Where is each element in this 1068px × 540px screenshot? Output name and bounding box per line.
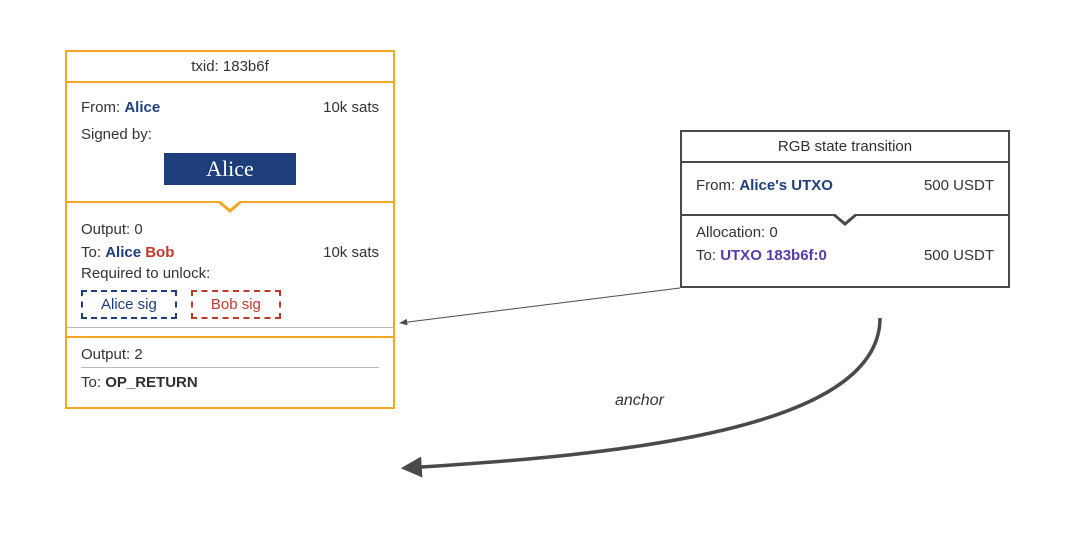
input-notch-icon <box>216 201 244 213</box>
input-amount: 10k sats <box>323 99 379 116</box>
alice-sig-placeholder: Alice sig <box>81 290 177 319</box>
tx-title: txid: 183b6f <box>67 52 393 83</box>
bob-sig-placeholder: Bob sig <box>191 290 281 319</box>
allocation-amount: 500 USDT <box>924 247 994 264</box>
rgb-notch-icon <box>831 214 859 226</box>
bitcoin-tx-box: txid: 183b6f From: Alice 10k sats Signed… <box>65 50 395 409</box>
rgb-allocation-section: Allocation: 0 To: UTXO 183b6f:0 500 USDT <box>682 216 1008 286</box>
output0-header: Output: 0 <box>81 221 379 238</box>
from-label: From: <box>81 99 120 116</box>
anchor-label: anchor <box>615 392 664 410</box>
output0-amount: 10k sats <box>323 244 379 261</box>
output2-to-value: OP_RETURN <box>105 374 198 391</box>
alice-signature-badge: Alice <box>164 153 296 185</box>
from-value: Alice <box>124 99 160 116</box>
required-to-unlock-label: Required to unlock: <box>81 265 210 282</box>
allocation-header: Allocation: 0 <box>696 224 994 241</box>
divider <box>67 327 393 328</box>
rgb-from-value: Alice's UTXO <box>739 177 833 194</box>
signed-by-label: Signed by: <box>81 126 379 143</box>
output0-to-alice: Alice <box>105 244 141 261</box>
output0-to-label: To: <box>81 244 101 261</box>
tx-input-section: From: Alice 10k sats Signed by: Alice <box>67 83 393 203</box>
tx-output-0: Output: 0 To: Alice Bob 10k sats Require… <box>67 203 393 338</box>
rgb-state-transition-box: RGB state transition From: Alice's UTXO … <box>680 130 1010 288</box>
allocation-to-label: To: <box>696 247 716 264</box>
rgb-input-section: From: Alice's UTXO 500 USDT <box>682 163 1008 216</box>
utxo-pointer-arrow <box>400 288 680 323</box>
allocation-to-value: UTXO 183b6f:0 <box>720 247 827 264</box>
rgb-input-amount: 500 USDT <box>924 177 994 194</box>
rgb-from-label: From: <box>696 177 735 194</box>
rgb-title: RGB state transition <box>682 132 1008 163</box>
output2-header: Output: 2 <box>81 346 379 368</box>
tx-output-2: Output: 2 To: OP_RETURN <box>67 338 393 407</box>
output2-to-label: To: <box>81 374 101 391</box>
output0-to-bob: Bob <box>145 244 174 261</box>
diagram-canvas: txid: 183b6f From: Alice 10k sats Signed… <box>0 0 1068 540</box>
